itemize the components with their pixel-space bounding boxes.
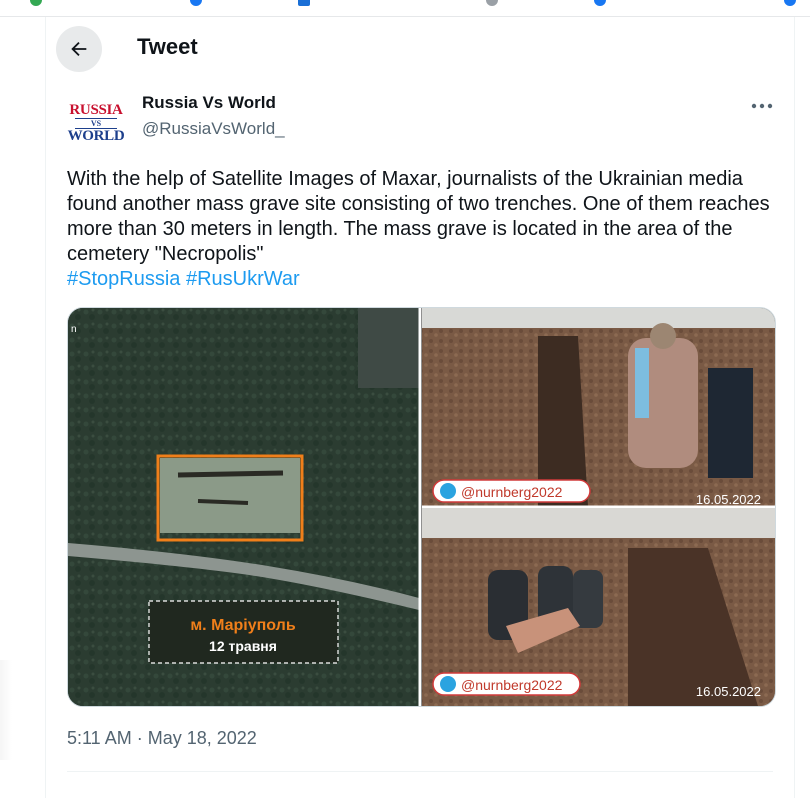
avatar-logo-line3: WORLD bbox=[67, 127, 125, 144]
satellite-city-label: м. Маріуполь bbox=[190, 617, 295, 634]
author-handle[interactable]: @RussiaVsWorld_ bbox=[142, 119, 285, 139]
photo-bottom-date: 16.05.2022 bbox=[696, 684, 761, 699]
bookmark-icon[interactable] bbox=[784, 0, 796, 6]
bookmark-icon[interactable] bbox=[30, 0, 42, 6]
page-title: Tweet bbox=[137, 34, 198, 59]
avatar-logo-line2: VS bbox=[75, 117, 117, 129]
photo-top-date: 16.05.2022 bbox=[696, 492, 761, 507]
tweet-media-grid[interactable]: м. Маріуполь 12 травня n @nurnberg2022 1… bbox=[67, 307, 776, 707]
media-grid-svg: м. Маріуполь 12 травня n @nurnberg2022 1… bbox=[68, 308, 775, 706]
bookmark-icon[interactable] bbox=[594, 0, 606, 6]
bookmark-icon[interactable] bbox=[190, 0, 202, 6]
satellite-corner-mark: n bbox=[71, 324, 77, 335]
photo-bottom-watermark: @nurnberg2022 bbox=[461, 677, 563, 693]
more-icon bbox=[751, 103, 773, 109]
side-panel-edge bbox=[0, 660, 12, 760]
tweet-body: With the help of Satellite Images of Max… bbox=[67, 167, 779, 292]
divider bbox=[67, 771, 773, 772]
hashtag-link[interactable]: #RusUkrWar bbox=[186, 268, 300, 290]
author-name[interactable]: Russia Vs World bbox=[142, 93, 276, 113]
hashtag-link[interactable]: #StopRussia bbox=[67, 268, 180, 290]
browser-bookmarks-strip bbox=[0, 0, 810, 17]
photo-bottom: @nurnberg2022 16.05.2022 bbox=[422, 508, 775, 706]
satellite-image: м. Маріуполь 12 травня n bbox=[68, 308, 419, 706]
tweet-header: Tweet bbox=[46, 17, 794, 81]
more-options-button[interactable] bbox=[746, 95, 778, 117]
bookmark-icon[interactable] bbox=[486, 0, 498, 6]
arrow-left-icon bbox=[71, 41, 87, 57]
avatar[interactable]: RUSSIA VS WORLD bbox=[67, 95, 125, 151]
avatar-logo-line1: RUSSIA bbox=[69, 101, 123, 118]
photo-top-watermark: @nurnberg2022 bbox=[461, 484, 563, 500]
tweet-column: Tweet RUSSIA VS WORLD Russia Vs World @R… bbox=[45, 17, 795, 798]
photo-top: @nurnberg2022 16.05.2022 bbox=[422, 308, 775, 507]
tweet-timestamp[interactable]: 5:11 AM · May 18, 2022 bbox=[67, 728, 257, 749]
back-button[interactable] bbox=[56, 26, 102, 72]
tweet-text: With the help of Satellite Images of Max… bbox=[67, 168, 770, 265]
bookmark-icon[interactable] bbox=[298, 0, 310, 6]
satellite-date-label: 12 травня bbox=[209, 638, 277, 654]
